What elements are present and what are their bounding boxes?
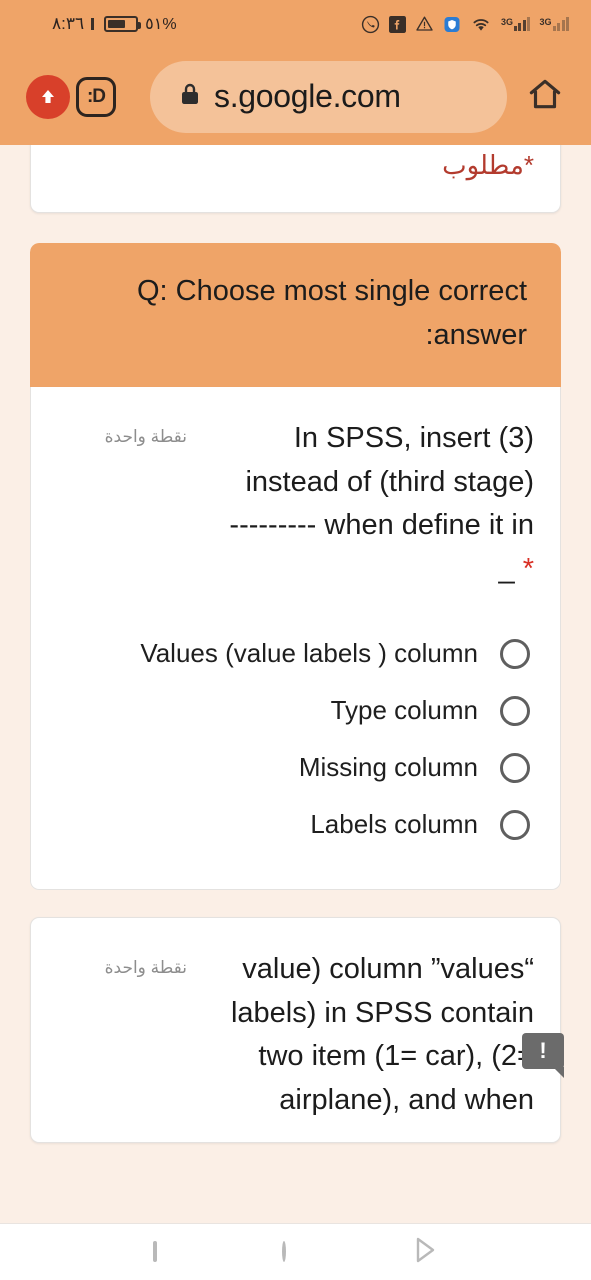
viber-icon [361, 15, 380, 34]
home-button[interactable] [523, 75, 567, 119]
circle-home-icon [282, 1241, 287, 1262]
upload-arrow-icon [26, 74, 70, 119]
option-label: Labels column [310, 809, 478, 839]
radio-button[interactable] [500, 638, 530, 669]
question-1-row: نقطة واحدة In SPSS, insert (3) instead o… [57, 417, 534, 591]
upload-arrow-button[interactable] [24, 73, 72, 121]
status-bar-right: 3G 3G [361, 15, 569, 34]
shield-icon [443, 15, 461, 34]
exclamation-icon: ! [539, 1038, 547, 1063]
battery-percent-label: ٥١% [145, 16, 177, 33]
option-row[interactable]: Labels column [57, 796, 534, 853]
facebook-icon [388, 15, 406, 33]
option-label: Missing column [298, 752, 478, 782]
warning-triangle-icon [415, 15, 434, 33]
question-2-text: “value) column ”values labels) in SPSS c… [230, 953, 534, 1116]
recents-button[interactable] [152, 1241, 157, 1262]
question-1-points: نقطة واحدة [104, 427, 187, 446]
back-button[interactable] [412, 1236, 438, 1269]
section-header-card: Q: Choose most single correct answer: نق… [30, 243, 561, 890]
radio-button[interactable] [500, 695, 530, 726]
wifi-icon [470, 16, 492, 33]
square-recents-icon [152, 1241, 157, 1262]
section-header-band: Q: Choose most single correct answer: [30, 243, 561, 387]
question-1-body: In SPSS, insert (3) instead of (third st… [229, 422, 534, 541]
status-bar-left: ٨:٣٦ ٥١% [52, 14, 177, 34]
status-bar: ٨:٣٦ ٥١% 3G 3G [0, 0, 591, 48]
option-label: Values (value labels ) column [140, 638, 478, 668]
option-row[interactable]: Type column [57, 682, 534, 739]
profile-button[interactable]: :D [72, 73, 120, 121]
home-icon [525, 75, 565, 118]
option-label: Type column [330, 695, 478, 725]
required-note-label: *مطلوب [442, 150, 534, 180]
feedback-badge[interactable]: ! [522, 1033, 564, 1078]
phone-screen: ٨:٣٦ ٥١% 3G 3G:D s.google.com *مطلوب Q:… [0, 0, 591, 1280]
url-bar[interactable]: s.google.com [150, 60, 507, 133]
required-note-card: *مطلوب [30, 145, 561, 213]
browser-toolbar: :D s.google.com [0, 48, 591, 145]
radio-button[interactable] [500, 752, 530, 783]
smiley-profile-icon: :D [76, 76, 116, 117]
radio-button[interactable] [500, 809, 530, 840]
battery-icon [104, 16, 142, 32]
lock-icon [178, 81, 202, 112]
form-page-body[interactable]: *مطلوب Q: Choose most single correct ans… [0, 145, 591, 1223]
clock-label: ٨:٣٦ [52, 14, 85, 33]
question-1-trailing-dash: _ [498, 552, 515, 585]
triangle-back-icon [412, 1237, 438, 1268]
section-header-title: Q: Choose most single correct answer: [136, 275, 527, 351]
signal-3g-icon: 3G [501, 17, 531, 31]
option-row[interactable]: Values (value labels ) column [57, 625, 534, 682]
signal-3g-icon-2: 3G [539, 17, 569, 31]
battery-tick-icon [91, 18, 95, 30]
question-2-row: نقطة واحدة “value) column ”values labels… [57, 948, 534, 1122]
android-nav-bar [0, 1223, 591, 1280]
question-2-points: نقطة واحدة [104, 958, 187, 977]
question-1-options[interactable]: Values (value labels ) column Type colum… [57, 625, 534, 853]
question-2-card: نقطة واحدة “value) column ”values labels… [30, 917, 564, 1143]
url-text: s.google.com [214, 78, 401, 114]
question-1-card: نقطة واحدة In SPSS, insert (3) instead o… [30, 387, 561, 890]
question-1-required-asterisk: * [522, 552, 534, 585]
option-row[interactable]: Missing column [57, 739, 534, 796]
question-1-text: In SPSS, insert (3) instead of (third st… [187, 417, 534, 591]
home-nav-button[interactable] [282, 1241, 287, 1262]
